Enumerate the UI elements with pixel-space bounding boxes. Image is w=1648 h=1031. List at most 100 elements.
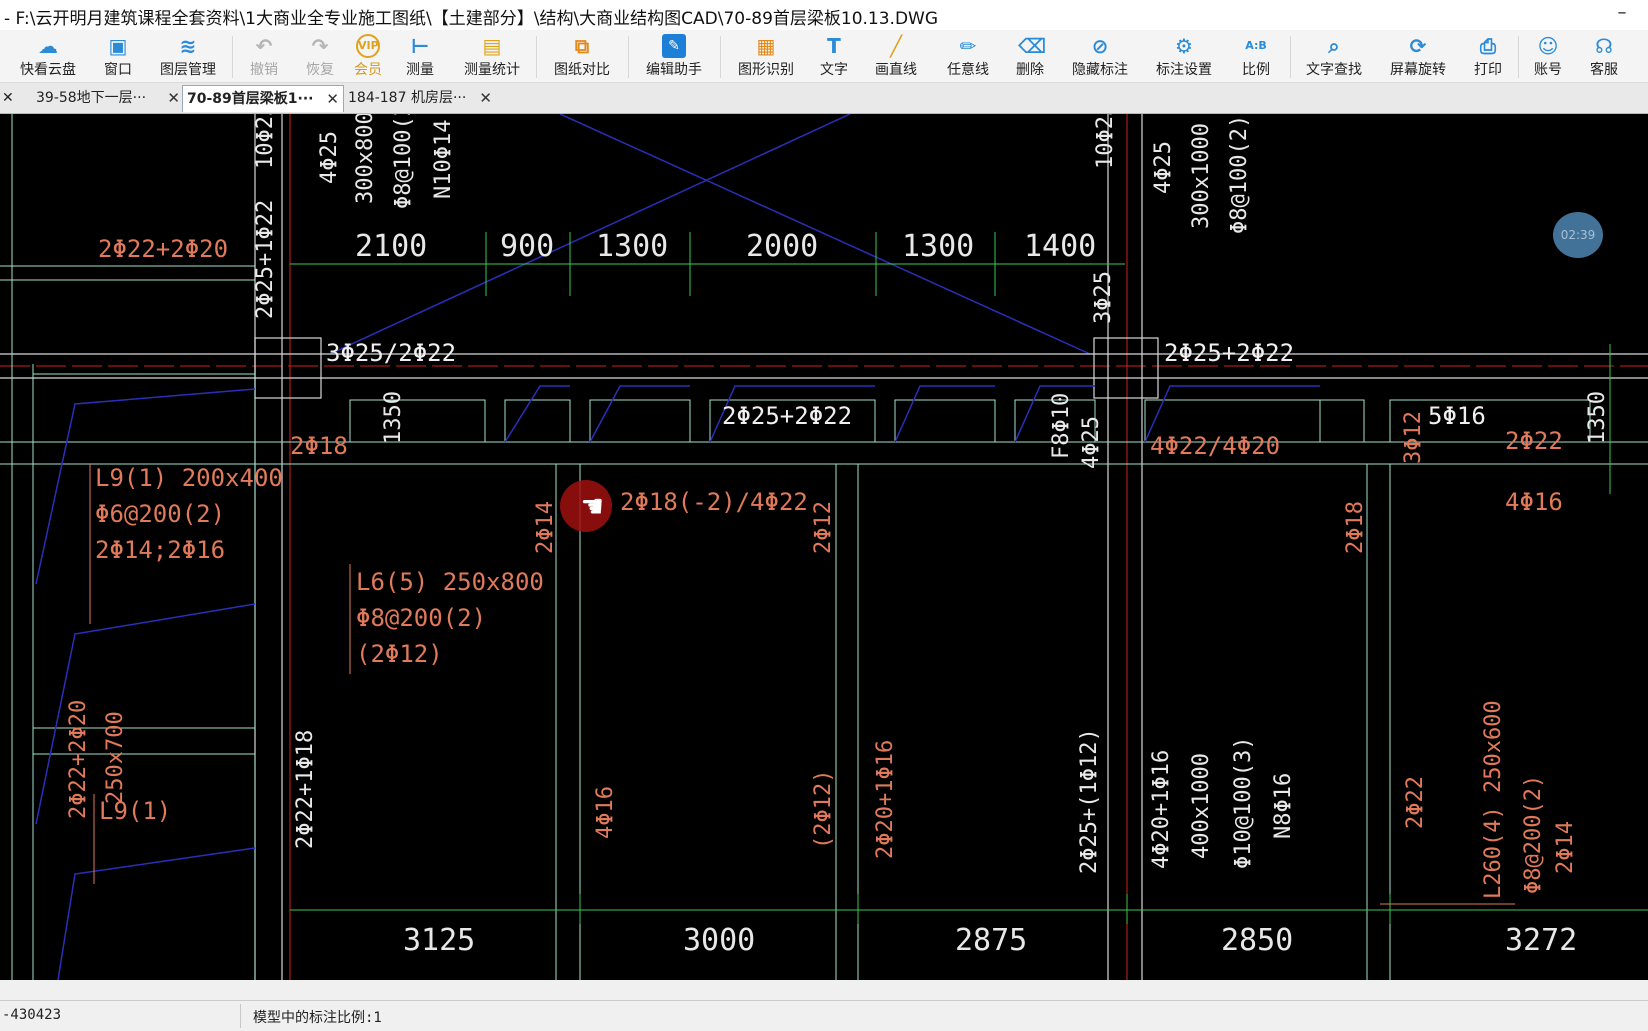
redo-button[interactable]: ↷ 恢复: [298, 30, 342, 82]
coordinate-readout: -430423: [2, 1007, 62, 1023]
label: 300x1000: [1189, 123, 1214, 229]
label: F8Φ10: [1049, 393, 1074, 459]
account-icon: ☺: [1537, 34, 1559, 58]
dim-text: 3272: [1505, 923, 1577, 958]
edit-assistant-icon: ✎: [662, 34, 686, 58]
text-search-icon: ⌕: [1328, 34, 1340, 58]
shape-recognition-icon: ▦: [756, 34, 776, 58]
tab-39-58[interactable]: 39-58地下一层··· ✕: [30, 85, 184, 111]
title-bar: - F:\云开明月建筑课程全套资料\1大商业全专业施工图纸\【土建部分】\结构\…: [0, 0, 1648, 30]
document-tab-bar: ✕ 39-58地下一层··· ✕ 70-89首层梁板1··· ✕ 184-187…: [0, 83, 1648, 114]
drawing-canvas[interactable]: 2100 900 1300 2000 1300 1400 3125 3000 2…: [0, 114, 1648, 980]
hide-annotation-button[interactable]: ⊘ 隐藏标注: [1064, 30, 1136, 82]
label: Φ6@200(2): [95, 500, 225, 528]
measure-button[interactable]: ⊢ 测量: [398, 30, 442, 82]
annotation-scale-text: 模型中的标注比例:1: [253, 1010, 382, 1026]
measure-icon: ⊢: [410, 34, 430, 58]
minimize-button[interactable]: –: [1612, 2, 1632, 26]
label: N10Φ14: [431, 120, 456, 199]
tab-70-89[interactable]: 70-89首层梁板1··· ✕: [182, 85, 344, 112]
toolbar-separator: [720, 36, 721, 78]
dim-text: 900: [500, 229, 554, 264]
annotation-settings-button[interactable]: ⚙ 标注设置: [1148, 30, 1220, 82]
dim-text: 1300: [902, 229, 974, 264]
bottom-dimensions: 3125 3000 2875 2850 3272: [403, 923, 1577, 958]
undo-button[interactable]: ↶ 撤销: [242, 30, 286, 82]
measure-stats-button[interactable]: ▤ 测量统计: [456, 30, 528, 82]
rotate-screen-button[interactable]: ⟳ 屏幕旋转: [1382, 30, 1454, 82]
label: Φ8@100(2): [1227, 115, 1252, 234]
text-button[interactable]: T 文字: [812, 30, 856, 82]
label: Φ8@100(2): [391, 114, 416, 209]
label: 2Φ14;2Φ16: [95, 536, 225, 564]
edit-assistant-button[interactable]: ✎ 编辑助手: [638, 30, 710, 82]
label: 2Φ25+2Φ22: [1164, 339, 1294, 367]
recording-timer: 02:39: [1553, 212, 1603, 258]
label: 2Φ18: [1343, 501, 1368, 554]
label: N8Φ16: [1271, 773, 1296, 839]
cloud-icon: ☁: [38, 34, 58, 58]
label: Φ8@200(2): [1521, 775, 1546, 894]
label: 2Φ18: [290, 432, 348, 460]
text-search-button[interactable]: ⌕ 文字查找: [1298, 30, 1370, 82]
label: (2Φ12): [356, 640, 443, 668]
label: 2Φ25+2Φ22: [722, 402, 852, 430]
measure-stats-icon: ▤: [482, 34, 502, 58]
label: 2Φ25+1Φ22: [253, 200, 278, 319]
print-button[interactable]: ⎙ 打印: [1466, 30, 1510, 82]
label: Φ10@100(3): [1231, 737, 1256, 869]
dim-text: 2875: [955, 923, 1027, 958]
label: 4Φ25: [317, 131, 342, 184]
label: 5Φ16: [1428, 402, 1486, 430]
toolbar-separator: [232, 36, 233, 78]
label: 400x1000: [1189, 753, 1214, 859]
label: 2Φ18(-2)/4Φ22: [620, 488, 808, 516]
cloud-disk-button[interactable]: ☁ 快看云盘: [12, 30, 84, 82]
text-icon: T: [827, 34, 841, 58]
label: 4Φ25: [1151, 141, 1176, 194]
label: 2Φ22+2Φ20: [66, 700, 91, 819]
close-icon[interactable]: ✕: [167, 85, 180, 111]
label: 300x800: [353, 114, 378, 204]
dim-text: 1400: [1024, 229, 1096, 264]
line-icon: ╱: [889, 34, 903, 58]
label: 250x700: [103, 711, 128, 804]
close-icon[interactable]: ✕: [326, 86, 339, 112]
vertical-labels-white: 10Φ25 4Φ25 300x800 Φ8@100(2) N10Φ14 10Φ2…: [253, 114, 1610, 874]
draw-line-button[interactable]: ╱ 画直线: [868, 30, 924, 82]
window-button[interactable]: ▣ 窗口: [94, 30, 142, 82]
scale-button[interactable]: A:B 比例: [1234, 30, 1278, 82]
tab-label: 184-187 机房层···: [348, 90, 467, 106]
shape-recognition-button[interactable]: ▦ 图形识别: [730, 30, 802, 82]
toolbar-separator: [536, 36, 537, 78]
vip-button[interactable]: VIP 会员: [346, 30, 390, 82]
label: L6(5) 250x800: [356, 568, 544, 596]
hand-cursor-icon: ☚: [582, 487, 602, 527]
toolbar-separator: [1290, 36, 1291, 78]
support-icon: ☊: [1595, 34, 1613, 58]
label: 2Φ12: [811, 501, 836, 554]
tab-label: 70-89首层梁板1···: [187, 91, 314, 107]
support-button[interactable]: ☊ 客服: [1582, 30, 1626, 82]
close-icon[interactable]: ✕: [479, 85, 492, 111]
tab-184-187[interactable]: 184-187 机房层··· ✕: [344, 85, 496, 111]
top-dimensions: 2100 900 1300 2000 1300 1400: [355, 229, 1096, 264]
label: L260(4) 250x600: [1481, 700, 1506, 899]
account-button[interactable]: ☺ 账号: [1526, 30, 1570, 82]
print-icon: ⎙: [1480, 34, 1496, 58]
label: 10Φ25: [1093, 114, 1118, 169]
layer-manager-button[interactable]: ≋ 图层管理: [152, 30, 224, 82]
close-icon[interactable]: ✕: [2, 85, 22, 111]
label: 2Φ22: [1403, 776, 1428, 829]
annotation-settings-icon: ⚙: [1175, 34, 1193, 58]
toolbar-separator: [628, 36, 629, 78]
label: 1350: [381, 391, 406, 444]
freehand-line-button[interactable]: ✏ 任意线: [940, 30, 996, 82]
freehand-icon: ✏: [959, 34, 977, 58]
label: 4Φ22/4Φ20: [1150, 432, 1280, 460]
label: 2Φ20+1Φ16: [873, 740, 898, 859]
delete-button[interactable]: ⌫ 删除: [1008, 30, 1052, 82]
compare-drawings-button[interactable]: ⧉ 图纸对比: [546, 30, 618, 82]
label: 4Φ20+1Φ16: [1149, 750, 1174, 869]
label: 2Φ25+(1Φ12): [1077, 728, 1102, 874]
